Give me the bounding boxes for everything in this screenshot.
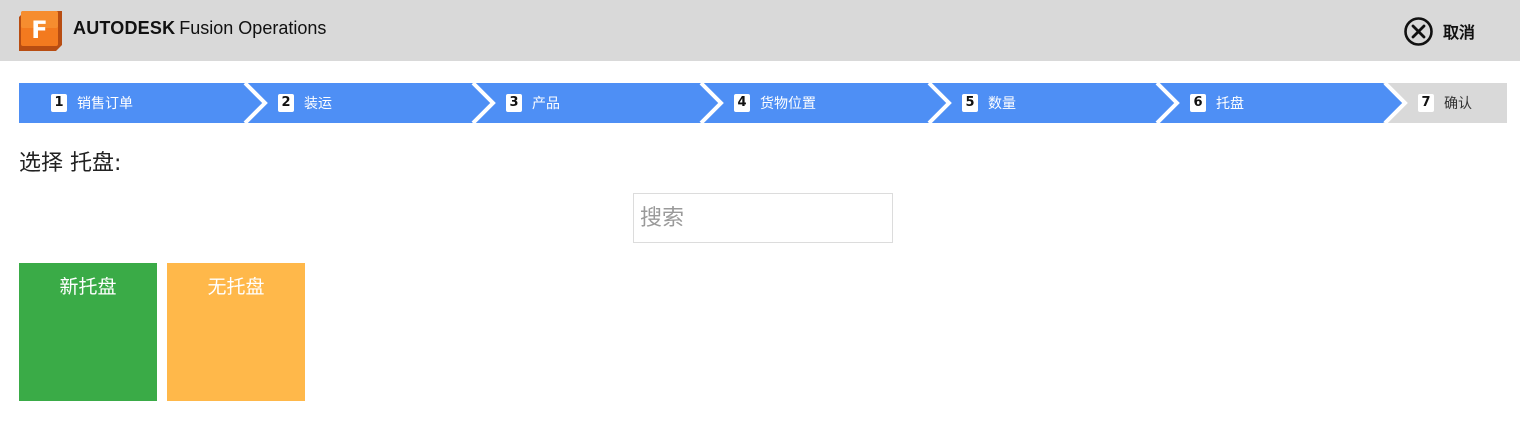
tile-label: 新托盘 (59, 276, 117, 298)
logo-letter: F (31, 16, 47, 44)
step-label: 确认 (1444, 96, 1472, 112)
step-label: 托盘 (1216, 96, 1244, 112)
step-shipment[interactable]: 2 装运 (278, 83, 332, 123)
product-name: Fusion Operations (179, 18, 327, 38)
step-label: 销售订单 (77, 96, 133, 112)
app-title: AUTODESK Fusion Operations (73, 16, 326, 40)
step-number: 3 (506, 94, 522, 112)
tile-label: 无托盘 (207, 276, 265, 298)
search-input[interactable] (633, 193, 893, 243)
step-number: 1 (51, 94, 67, 112)
step-sales-order[interactable]: 1 销售订单 (51, 83, 133, 123)
step-label: 装运 (304, 96, 332, 112)
brand-name: AUTODESK (73, 18, 176, 38)
step-label: 产品 (532, 96, 560, 112)
cancel-button[interactable]: 取消 (1403, 16, 1475, 46)
step-number: 4 (734, 94, 750, 112)
step-cargo-location[interactable]: 4 货物位置 (734, 83, 816, 123)
wizard-stepper: 1 销售订单 2 装运 3 产品 4 货物位置 5 数量 6 托盘 7 确认 (19, 83, 1507, 123)
step-product[interactable]: 3 产品 (506, 83, 560, 123)
no-pallet-tile[interactable]: 无托盘 (167, 263, 305, 401)
fusion-logo-icon: F (19, 11, 62, 51)
step-quantity[interactable]: 5 数量 (962, 83, 1016, 123)
cancel-label: 取消 (1443, 23, 1476, 42)
app-header: F AUTODESK Fusion Operations 取消 (0, 0, 1520, 61)
new-pallet-tile[interactable]: 新托盘 (19, 263, 157, 401)
step-number: 7 (1418, 94, 1434, 112)
step-confirm[interactable]: 7 确认 (1418, 83, 1472, 123)
step-label: 数量 (988, 96, 1016, 112)
step-number: 2 (278, 94, 294, 112)
step-pallet[interactable]: 6 托盘 (1190, 83, 1244, 123)
step-label: 货物位置 (760, 96, 816, 112)
close-circle-icon (1404, 16, 1433, 46)
page-title: 选择 托盘: (19, 151, 122, 176)
step-number: 5 (962, 94, 978, 112)
step-number: 6 (1190, 94, 1206, 112)
